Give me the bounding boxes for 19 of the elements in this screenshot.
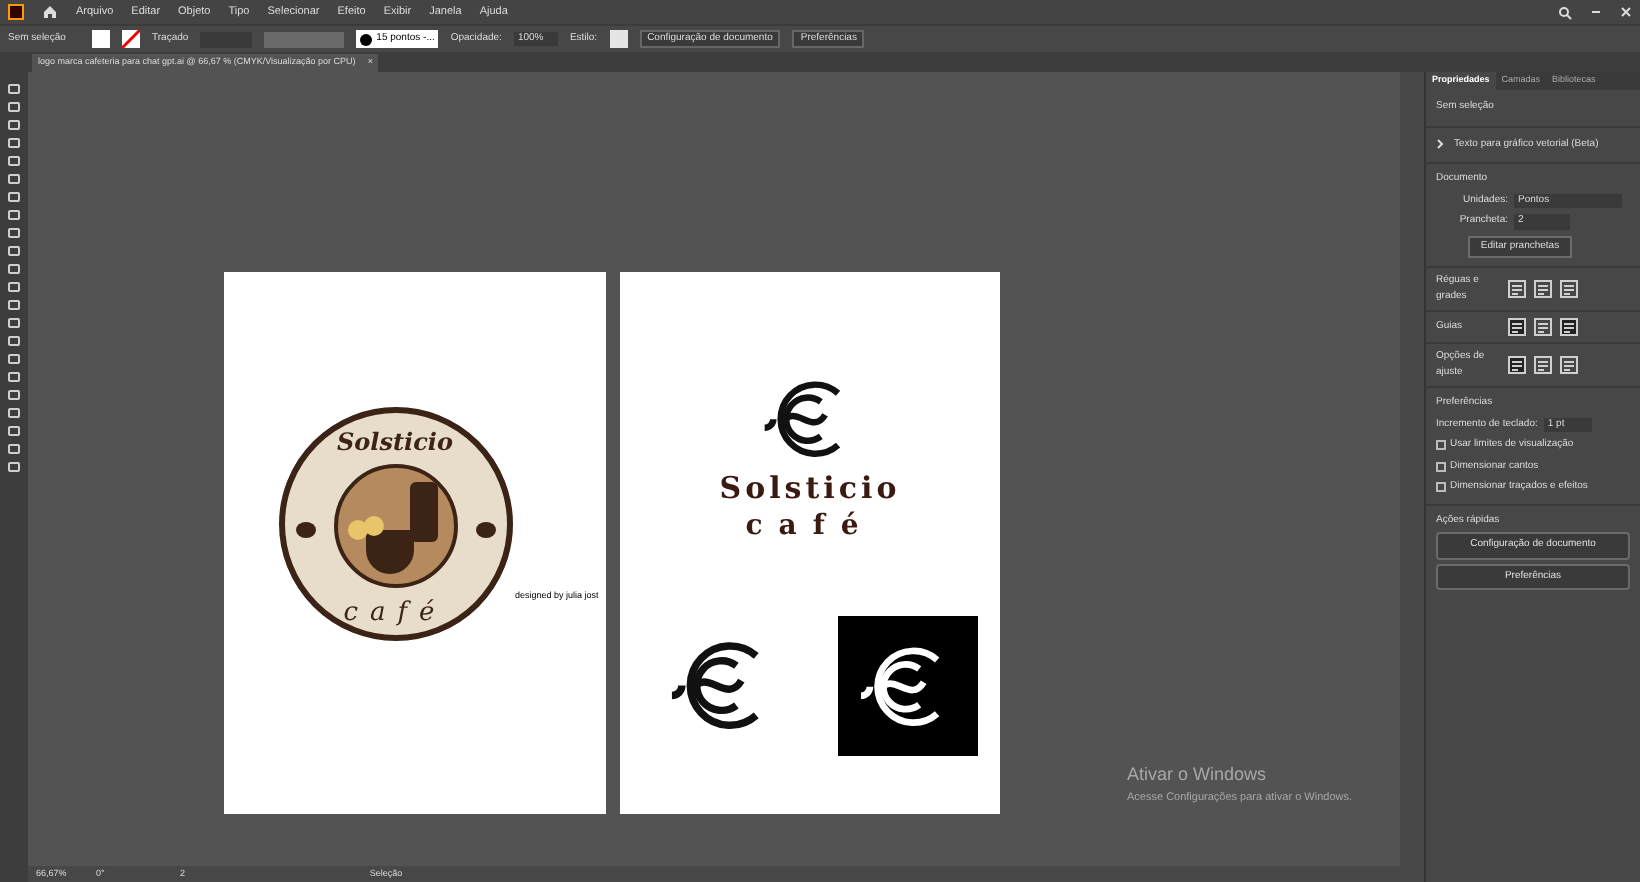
app-logo-icon xyxy=(8,4,24,20)
variable-width-field[interactable] xyxy=(264,31,345,47)
no-stroke-swatch-icon[interactable] xyxy=(122,30,140,48)
logo-subtitle: café xyxy=(745,510,875,543)
logo-subtitle: café xyxy=(343,597,447,627)
home-icon[interactable] xyxy=(42,4,58,20)
checkbox[interactable] xyxy=(1436,461,1446,472)
checkbox[interactable] xyxy=(1436,482,1446,493)
chevron-right-icon[interactable] xyxy=(1436,137,1444,149)
search-icon[interactable] xyxy=(1558,5,1572,19)
logo-title: Solsticio xyxy=(337,427,453,455)
activation-title: Ativar o Windows xyxy=(1127,762,1269,789)
checkbox[interactable] xyxy=(1436,440,1446,451)
style-swatch[interactable] xyxy=(609,30,628,48)
logo-title: Solsticio xyxy=(719,470,901,507)
brush-dot-icon xyxy=(360,33,373,45)
minimize-icon[interactable] xyxy=(1590,6,1602,18)
fill-swatch[interactable] xyxy=(92,30,110,48)
close-icon[interactable] xyxy=(1620,6,1632,18)
